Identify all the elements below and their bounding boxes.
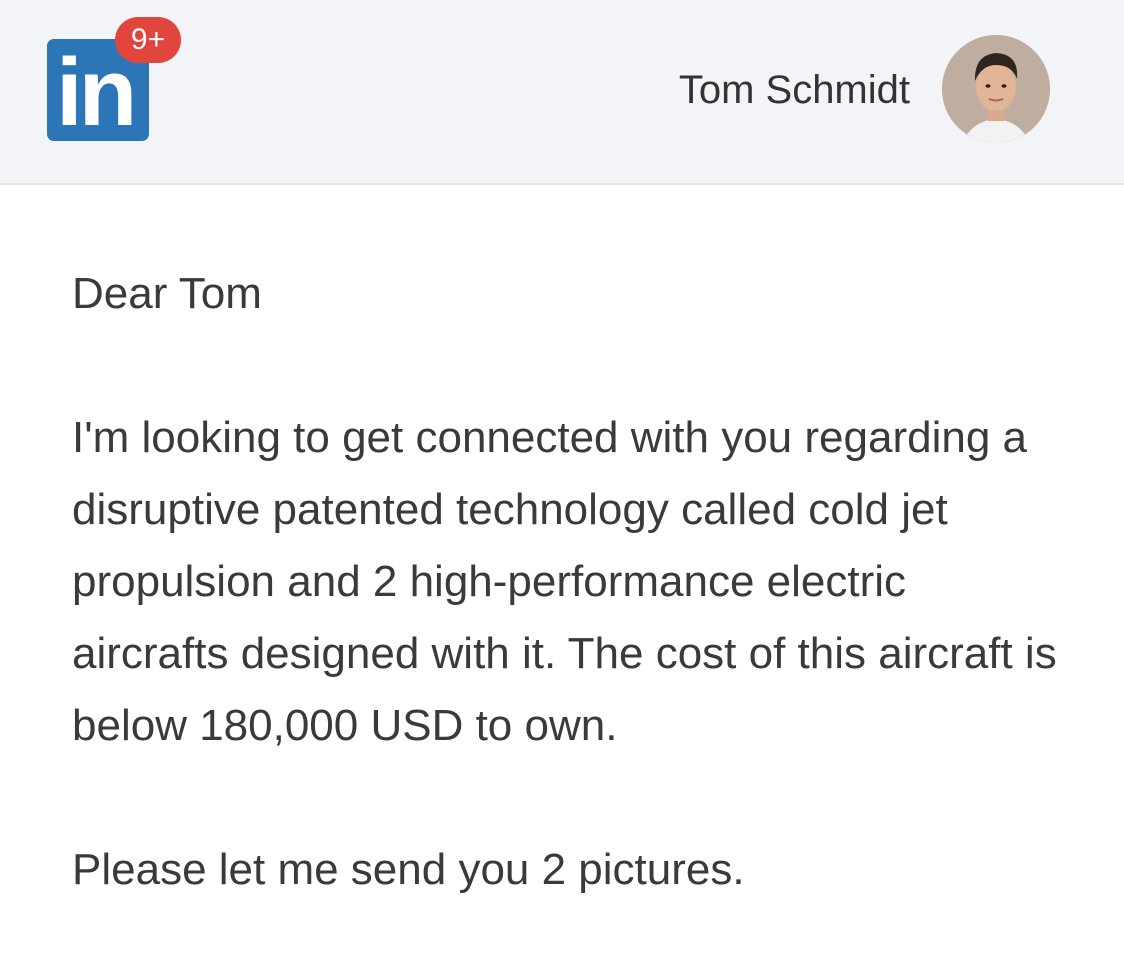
- avatar[interactable]: [942, 35, 1050, 143]
- message-paragraph: I'm looking to get connected with you re…: [72, 413, 1057, 750]
- user-name[interactable]: Tom Schmidt: [679, 66, 910, 114]
- logo-text: in: [56, 39, 137, 141]
- notification-badge[interactable]: 9+: [115, 17, 181, 63]
- avatar-photo-icon: [942, 35, 1050, 143]
- message-greeting: Dear Tom: [72, 269, 262, 318]
- message-closing: Please let me send you 2 pictures.: [72, 845, 745, 894]
- top-bar: in 9+ Tom Schmidt: [0, 0, 1124, 185]
- message-body: Dear Tom I'm looking to get connected wi…: [72, 258, 1072, 906]
